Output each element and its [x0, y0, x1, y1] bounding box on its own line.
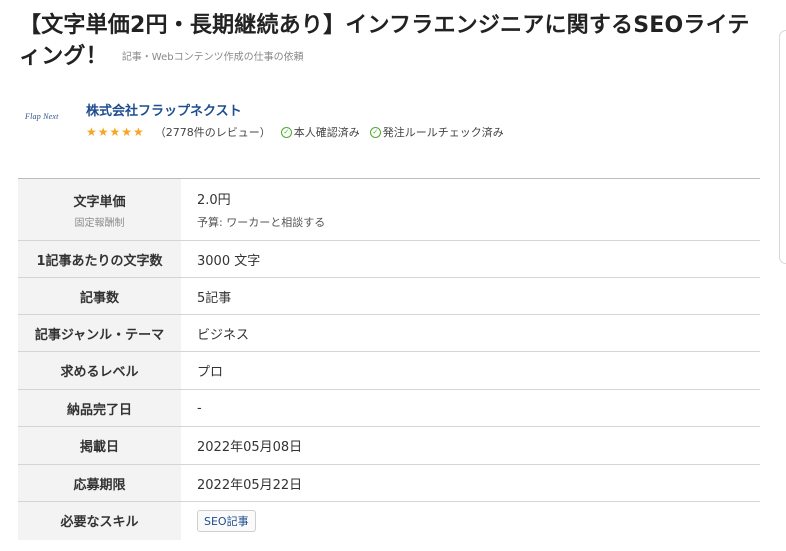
spec-label: 記事ジャンル・テーマ: [18, 314, 181, 352]
spec-label: 求めるレベル: [18, 351, 181, 390]
spec-sublabel: 固定報酬制: [74, 217, 125, 229]
spec-value: 2.0円 予算: ワーカーと相談する: [181, 179, 760, 241]
spec-value: 2022年05月08日: [197, 440, 303, 455]
rating-stars: ★★★★★: [86, 125, 145, 139]
spec-label: 1記事あたりの文字数: [18, 240, 181, 278]
spec-label: 掲載日: [18, 426, 181, 465]
skill-tag[interactable]: SEO記事: [197, 509, 256, 532]
spec-label: 記事数: [18, 277, 181, 315]
identity-verified-label: 本人確認済み: [293, 126, 360, 139]
spec-row-deadline: 応募期限 2022年05月22日: [18, 464, 760, 502]
client-meta: ★★★★★ （2778件のレビュー） ✓ 本人確認済み ✓ 発注ルールチェック済…: [86, 124, 514, 140]
check-circle-icon: ✓: [369, 126, 381, 138]
spec-row-word-count: 1記事あたりの文字数 3000 文字: [18, 240, 760, 278]
rule-checked-label: 発注ルールチェック済み: [382, 126, 504, 139]
spec-value: SEO記事: [181, 502, 760, 540]
rule-checked-badge: ✓ 発注ルールチェック済み: [369, 124, 504, 140]
job-category: 記事・Webコンテンツ作成の仕事の依頼: [121, 51, 304, 63]
review-count-link[interactable]: （2778件のレビュー）: [155, 124, 271, 140]
spec-label: 応募期限: [18, 464, 181, 502]
spec-row-article-count: 記事数 5記事: [18, 277, 760, 315]
spec-row-delivery-date: 納品完了日 -: [18, 389, 760, 427]
spec-row-level: 求めるレベル プロ: [18, 351, 760, 390]
spec-subvalue: 予算: ワーカーと相談する: [197, 216, 326, 229]
spec-label-text: 文字単価: [73, 194, 126, 210]
client-info: Flap Next 株式会社フラップネクスト ★★★★★ （2778件のレビュー…: [22, 100, 762, 144]
spec-row-genre: 記事ジャンル・テーマ ビジネス: [18, 314, 760, 352]
spec-value-text: 2.0円: [197, 193, 231, 208]
identity-verified-badge: ✓ 本人確認済み: [280, 124, 360, 140]
sidebar-panel-edge: [779, 30, 786, 264]
company-name-link[interactable]: 株式会社フラップネクスト: [86, 100, 242, 119]
spec-row-posted-date: 掲載日 2022年05月08日: [18, 426, 760, 465]
job-title: 【文字単価2円・長期継続あり】インフラエンジニアに関するSEOライティング！ 記事…: [19, 10, 764, 73]
spec-label: 文字単価 固定報酬制: [18, 178, 181, 241]
spec-row-unit-price: 文字単価 固定報酬制 2.0円 予算: ワーカーと相談する: [18, 178, 760, 241]
spec-value: 2022年05月22日: [197, 477, 303, 493]
spec-label: 納品完了日: [18, 389, 181, 427]
company-logo[interactable]: Flap Next: [25, 112, 59, 121]
job-spec-table: 文字単価 固定報酬制 2.0円 予算: ワーカーと相談する 1記事あたりの文字数…: [18, 178, 760, 540]
job-header: 【文字単価2円・長期継続あり】インフラエンジニアに関するSEOライティング！ 記事…: [19, 10, 764, 73]
spec-value: 5記事: [197, 290, 232, 306]
spec-value: 3000 文字: [197, 253, 261, 269]
spec-row-skills: 必要なスキル SEO記事: [18, 501, 760, 540]
spec-value: プロ: [197, 365, 224, 380]
spec-value: ビジネス: [197, 327, 250, 343]
spec-value: -: [197, 400, 202, 416]
check-circle-icon: ✓: [280, 126, 292, 138]
spec-label: 必要なスキル: [18, 501, 181, 540]
